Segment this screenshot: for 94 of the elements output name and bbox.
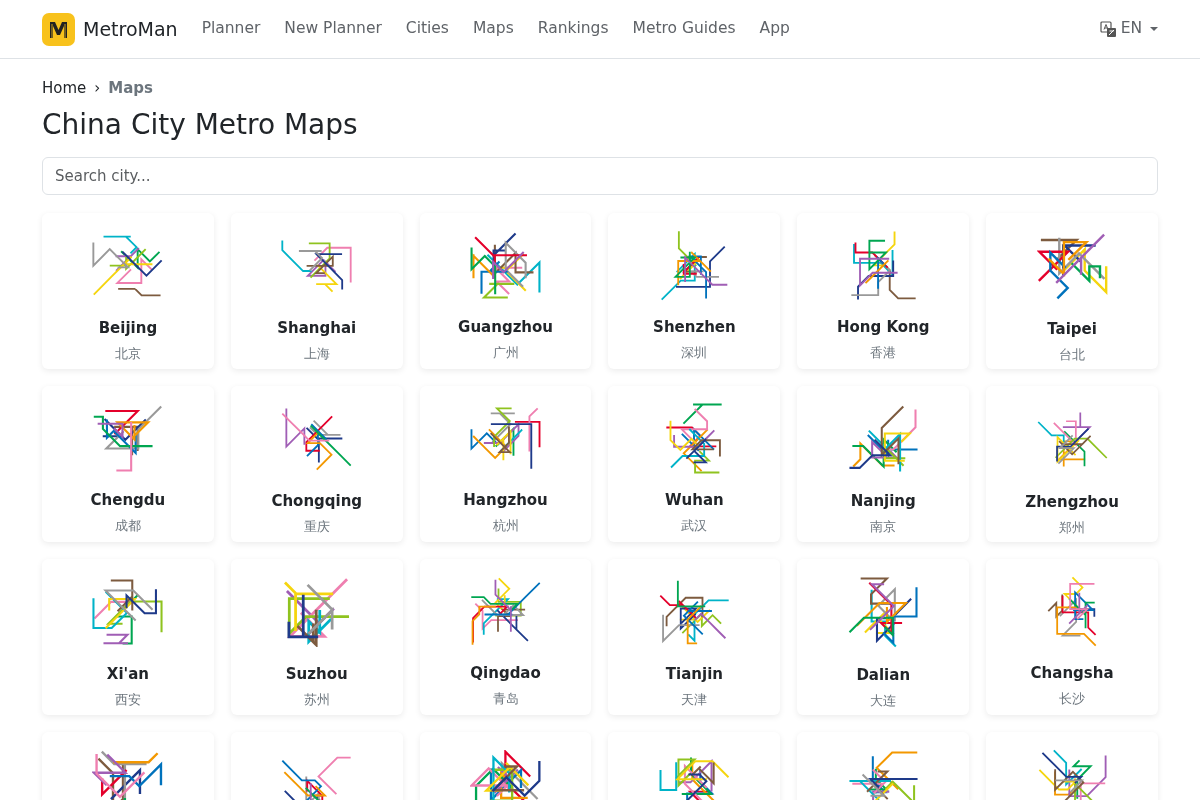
city-name-chinese: 郑州 xyxy=(1059,518,1086,537)
city-name-chinese: 成都 xyxy=(114,516,141,535)
city-card[interactable]: Beijing 北京 xyxy=(42,213,214,370)
city-name: Dalian xyxy=(856,665,911,687)
metro-map-drawing xyxy=(281,407,353,472)
metro-map-drawing xyxy=(659,230,729,302)
city-card[interactable]: Dalian 大连 xyxy=(797,559,970,716)
city-name: Wuhan xyxy=(665,490,724,512)
city-name-chinese: 台北 xyxy=(1059,345,1086,364)
search-field[interactable]: Search city... xyxy=(42,157,1158,196)
metro-map-drawing xyxy=(92,405,164,473)
city-name: Zhengzhou xyxy=(1025,492,1119,514)
city-name-chinese: 大连 xyxy=(870,691,897,710)
city-name: Suzhou xyxy=(285,664,348,686)
city-card[interactable]: Zhengzhou 郑州 xyxy=(986,386,1158,543)
metro-map-drawing xyxy=(470,750,542,800)
metro-map-drawing xyxy=(470,232,542,300)
city-name: Beijing xyxy=(98,318,158,340)
metro-map-drawing xyxy=(847,405,919,474)
metro-map-drawing xyxy=(1036,233,1108,301)
city-card[interactable]: Shanghai 上海 xyxy=(230,213,403,370)
brand-link[interactable]: MetroMan xyxy=(42,12,178,46)
city-card[interactable]: Chongqing 重庆 xyxy=(230,386,403,543)
nav-link[interactable]: Cities xyxy=(405,17,449,41)
breadcrumb-link[interactable]: Home xyxy=(42,77,87,100)
city-name: Nanjing xyxy=(850,491,916,513)
metro-map-drawing xyxy=(281,756,353,800)
metro-map-drawing xyxy=(282,577,351,648)
nav-link[interactable]: Planner xyxy=(201,17,261,41)
city-card[interactable]: Taipei 台北 xyxy=(986,213,1158,370)
city-name: Qingdao xyxy=(470,663,541,685)
metro-map-drawing xyxy=(92,579,164,646)
city-name-chinese: 杭州 xyxy=(492,516,519,535)
metro-map-drawing xyxy=(848,577,919,649)
city-name: Guangzhou xyxy=(458,317,554,339)
metro-map-drawing xyxy=(281,239,353,294)
city-card[interactable]: Qingdao 青岛 xyxy=(419,559,592,716)
city-name-chinese: 重庆 xyxy=(303,517,330,536)
city-card[interactable]: Hangzhou 杭州 xyxy=(419,386,592,543)
city-card[interactable]: Xi'an 西安 xyxy=(42,559,214,716)
metro-map-drawing xyxy=(1047,576,1098,648)
city-name: Chengdu xyxy=(90,490,166,512)
city-name-chinese: 西安 xyxy=(114,690,141,709)
metro-map-drawing xyxy=(1037,749,1107,800)
metro-map-drawing xyxy=(658,756,730,800)
city-card[interactable]: Tianjin 天津 xyxy=(608,559,781,716)
logo-icon xyxy=(42,12,75,46)
metro-map-drawing xyxy=(92,235,164,298)
city-name: Hong Kong xyxy=(836,317,930,339)
city-card[interactable]: Changsha 长沙 xyxy=(986,559,1158,716)
nav-link[interactable]: App xyxy=(759,17,790,41)
translate-icon xyxy=(1099,20,1117,38)
page-title: China City Metro Maps xyxy=(42,107,359,142)
nav-link[interactable]: Maps xyxy=(472,17,514,41)
metro-map-drawing xyxy=(849,230,917,302)
city-name: Shanghai xyxy=(277,318,357,340)
city-name-chinese: 香港 xyxy=(870,343,897,362)
metro-map-drawing xyxy=(847,751,919,800)
city-name-chinese: 青岛 xyxy=(492,689,519,708)
city-name: Hangzhou xyxy=(463,490,548,512)
city-name-chinese: 上海 xyxy=(303,344,330,363)
breadcrumb-separator: › xyxy=(94,78,101,99)
city-name: Shenzhen xyxy=(653,317,736,339)
city-name-chinese: 深圳 xyxy=(681,343,708,362)
city-name: Chongqing xyxy=(271,491,363,513)
metro-map-drawing xyxy=(470,577,542,647)
city-name-chinese: 天津 xyxy=(681,690,708,709)
city-card[interactable]: Guangzhou 广州 xyxy=(419,213,592,370)
city-card[interactable]: Hong Kong 香港 xyxy=(797,213,970,370)
breadcrumb-current: Maps xyxy=(108,78,153,99)
metro-map-drawing xyxy=(658,579,730,646)
city-name: Tianjin xyxy=(665,664,723,686)
metro-map-drawing xyxy=(665,403,724,475)
city-card[interactable]: Suzhou 苏州 xyxy=(230,559,403,716)
nav-link[interactable]: Metro Guides xyxy=(632,17,736,41)
city-name-chinese: 广州 xyxy=(492,343,519,362)
metro-map-drawing xyxy=(1036,411,1108,469)
city-card[interactable]: Shenzhen 深圳 xyxy=(608,213,781,370)
nav-link[interactable]: New Planner xyxy=(284,17,382,41)
metro-map-drawing xyxy=(92,750,164,800)
metro-map-drawing xyxy=(470,407,542,471)
nav-link[interactable]: Rankings xyxy=(537,17,609,41)
city-name-chinese: 苏州 xyxy=(303,690,330,709)
city-name: Changsha xyxy=(1030,663,1114,685)
city-card[interactable]: Nanjing 南京 xyxy=(797,386,970,543)
city-card[interactable]: Wuhan 武汉 xyxy=(608,386,781,543)
city-name: Xi'an xyxy=(106,664,149,686)
city-name-chinese: 长沙 xyxy=(1059,689,1086,708)
city-card[interactable]: Chengdu 成都 xyxy=(42,386,214,543)
city-name-chinese: 武汉 xyxy=(681,516,708,535)
city-name-chinese: 南京 xyxy=(870,517,897,536)
language-dropdown[interactable]: EN xyxy=(1099,17,1158,41)
city-name: Taipei xyxy=(1047,319,1097,341)
city-name-chinese: 北京 xyxy=(114,344,141,363)
